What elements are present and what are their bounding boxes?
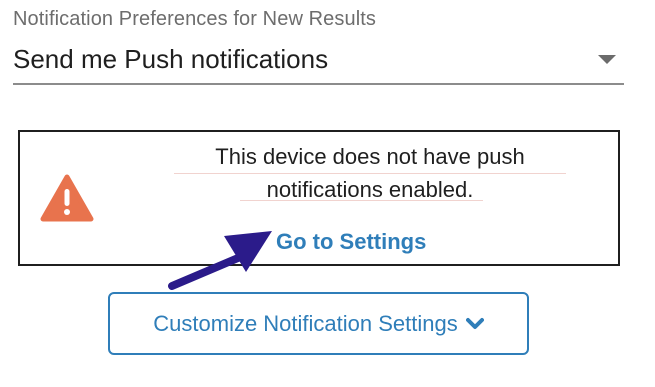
annotation-arrow-icon xyxy=(168,231,272,290)
customize-button-content: Customize Notification Settings xyxy=(110,294,527,353)
push-notification-warning: This device does not have push notificat… xyxy=(18,130,620,266)
customize-button-label: Customize Notification Settings xyxy=(153,310,458,336)
customize-notification-settings-button[interactable]: Customize Notification Settings xyxy=(108,292,529,355)
notification-preference-select[interactable]: Send me Push notifications xyxy=(13,40,624,85)
go-to-settings-link[interactable]: Go to Settings xyxy=(276,229,426,255)
message-divider xyxy=(174,173,566,174)
dropdown-caret-icon xyxy=(598,55,616,64)
warning-icon xyxy=(40,174,94,222)
chevron-down-icon xyxy=(465,317,484,329)
warning-message-line-1: This device does not have push xyxy=(215,144,525,169)
message-divider xyxy=(240,200,483,201)
notification-preference-value: Send me Push notifications xyxy=(13,44,329,74)
notification-preferences-label: Notification Preferences for New Results xyxy=(13,8,377,30)
